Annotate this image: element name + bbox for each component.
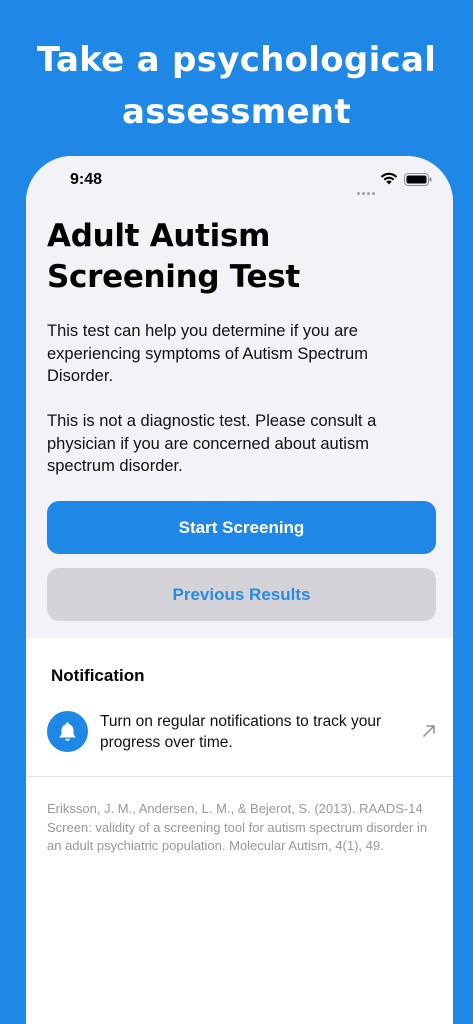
status-bar: 9:48 — [26, 156, 453, 204]
external-arrow-icon — [423, 725, 435, 737]
promo-line-1: Take a psychological — [36, 40, 437, 80]
previous-results-button[interactable]: Previous Results — [47, 568, 436, 621]
notification-row[interactable]: Turn on regular notifications to track y… — [26, 699, 453, 775]
description-disclaimer: This is not a diagnostic test. Please co… — [47, 412, 377, 475]
wifi-icon — [380, 172, 398, 185]
section-divider — [26, 776, 453, 777]
citation-text: Eriksson, J. M., Andersen, L. M., & Beje… — [47, 801, 428, 853]
description-intro: This test can help you determine if you … — [47, 322, 368, 385]
cellular-signal-icon — [357, 182, 377, 200]
bell-icon — [47, 711, 88, 752]
status-time: 9:48 — [70, 171, 103, 188]
start-screening-button[interactable]: Start Screening — [47, 501, 436, 554]
promo-headline: Take a psychological assessment — [0, 34, 473, 138]
phone-frame: 9:48 Adult Autism Screening Test This te… — [26, 156, 453, 1024]
page-title: Adult Autism Screening Test — [47, 218, 300, 295]
notification-section-title: Notification — [51, 666, 145, 685]
promo-line-2: assessment — [122, 92, 351, 132]
battery-icon — [404, 173, 432, 186]
notification-description: Turn on regular notifications to track y… — [100, 713, 382, 751]
